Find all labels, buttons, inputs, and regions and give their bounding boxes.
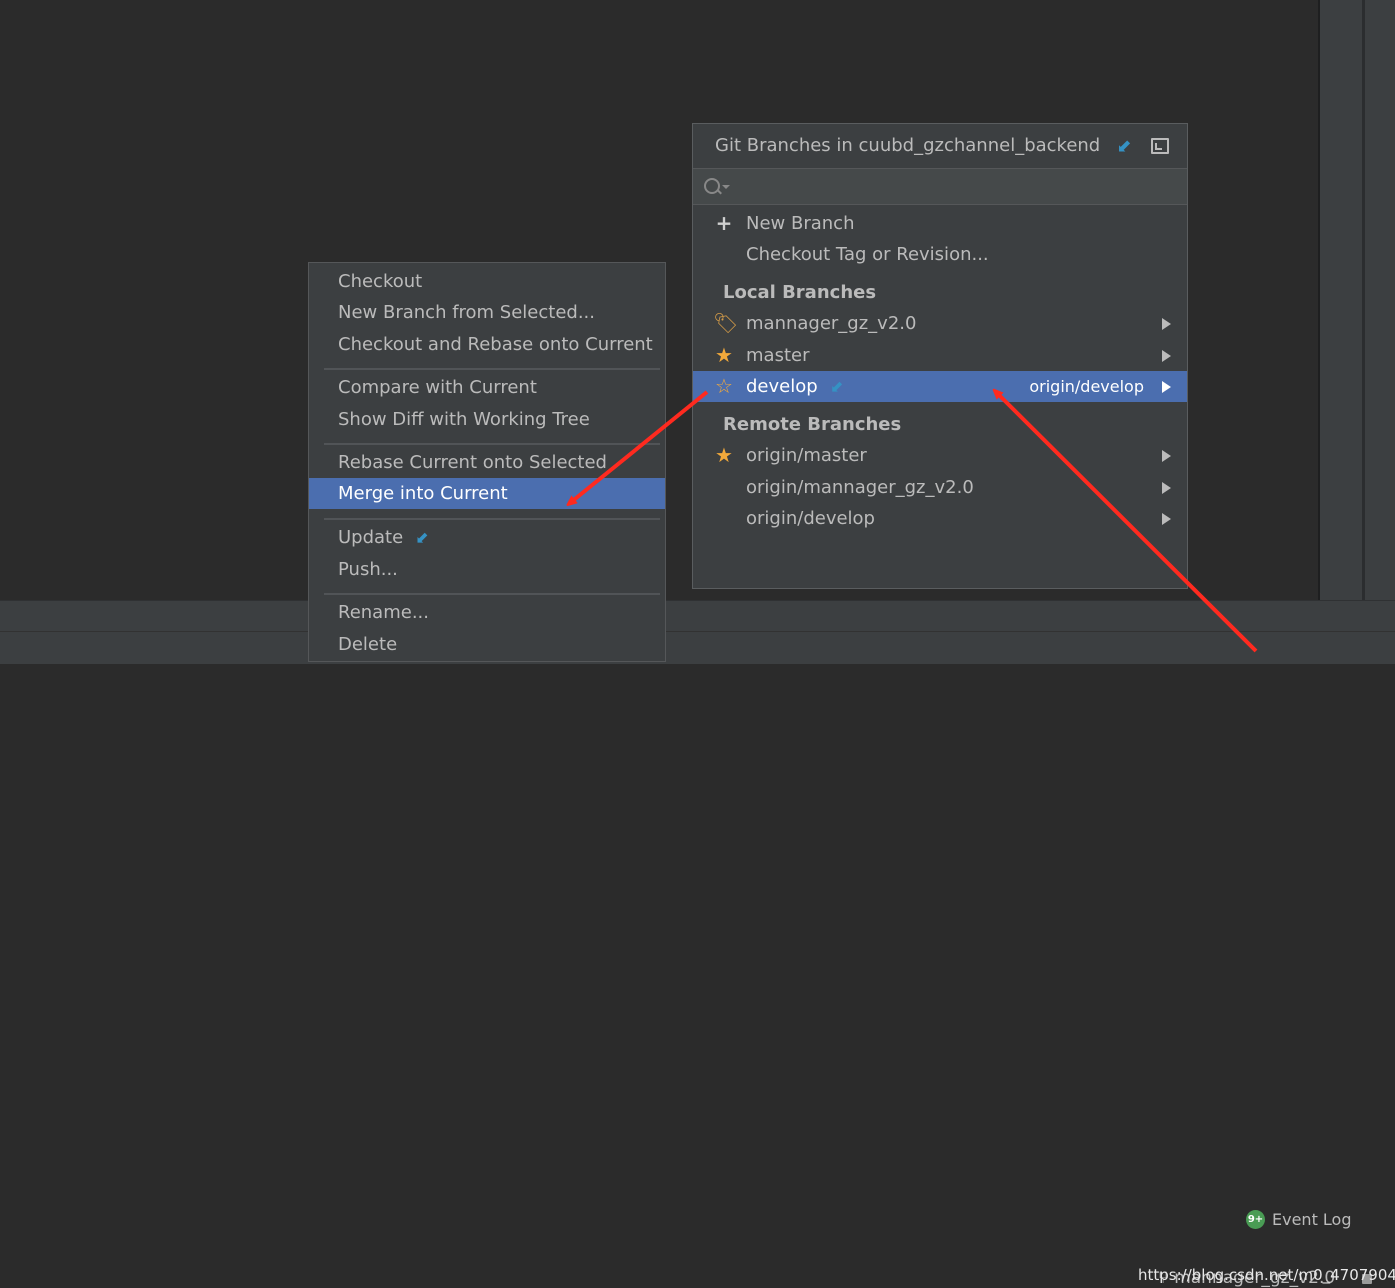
status-bar: ⑂ mannager_gz_v2.0 https://blog.csdn.net… [0, 631, 1395, 1288]
menu-item-new-branch-from-selected[interactable]: New Branch from Selected... [309, 297, 665, 328]
search-options-caret-icon[interactable] [722, 185, 730, 189]
new-branch-action[interactable]: + New Branch [693, 208, 1187, 239]
menu-separator [324, 443, 660, 445]
star-outline-icon[interactable]: ☆ [713, 371, 735, 402]
menu-item-compare-with-current[interactable]: Compare with Current [309, 372, 665, 403]
submenu-arrow-icon [1162, 318, 1171, 330]
menu-item-checkout-and-rebase[interactable]: Checkout and Rebase onto Current [309, 329, 665, 360]
restore-size-icon[interactable] [1151, 138, 1169, 154]
tool-window-bar: 9+ Event Log [0, 600, 1395, 1229]
search-icon[interactable] [704, 178, 720, 194]
remote-branches-header: Remote Branches [723, 414, 902, 435]
right-tool-strip-outer [1365, 0, 1395, 600]
branch-row-develop[interactable]: ☆ develop ⬋ origin/develop [693, 371, 1187, 402]
incoming-arrow-icon: ⬋ [415, 528, 429, 547]
menu-item-rebase-current[interactable]: Rebase Current onto Selected [309, 447, 665, 478]
star-filled-icon: ★ [715, 343, 733, 367]
incoming-arrow-icon: ⬋ [830, 377, 844, 396]
right-tool-strip [1320, 0, 1362, 600]
popup-title: Git Branches in cuubd_gzchannel_backend [715, 135, 1101, 156]
branch-row-origin-develop[interactable]: origin/develop [693, 503, 1187, 534]
checkout-tag-action[interactable]: Checkout Tag or Revision... [693, 239, 1187, 270]
submenu-arrow-icon [1162, 513, 1171, 525]
branch-label: origin/develop [746, 508, 875, 529]
menu-item-show-diff[interactable]: Show Diff with Working Tree [309, 404, 665, 435]
menu-item-delete[interactable]: Delete [309, 629, 665, 660]
branch-row-mannager-gz-v2[interactable]: 🏷︎ mannager_gz_v2.0 [693, 308, 1187, 339]
menu-item-update[interactable]: Update ⬋ [309, 522, 665, 553]
branch-label: origin/master [746, 445, 867, 466]
menu-item-push[interactable]: Push... [309, 554, 665, 585]
submenu-arrow-icon [1162, 450, 1171, 462]
submenu-arrow-icon [1162, 350, 1171, 362]
local-branches-header: Local Branches [723, 282, 877, 303]
event-log-badge: 9+ [1246, 1209, 1265, 1229]
branch-label: mannager_gz_v2.0 [746, 313, 917, 334]
watermark: https://blog.csdn.net/m0_47079048 [1138, 1266, 1395, 1284]
event-log-button[interactable]: 9+ Event Log [1246, 1208, 1352, 1230]
submenu-arrow-icon [1162, 381, 1171, 393]
new-branch-label: New Branch [746, 213, 855, 234]
event-log-label: Event Log [1272, 1209, 1352, 1229]
star-filled-icon: ★ [715, 443, 733, 467]
menu-item-merge-into-current[interactable]: Merge into Current [309, 478, 665, 509]
menu-item-update-label: Update [338, 527, 404, 548]
menu-separator [324, 593, 660, 595]
plus-icon: + [715, 211, 733, 235]
tracking-branch-label: origin/develop [1029, 377, 1144, 396]
branch-search-field[interactable] [693, 168, 1187, 205]
menu-separator [324, 518, 660, 520]
branch-label: develop [746, 376, 818, 397]
branch-context-menu: Checkout New Branch from Selected... Che… [308, 262, 666, 662]
menu-separator [324, 368, 660, 370]
checkout-tag-label: Checkout Tag or Revision... [746, 244, 989, 265]
tag-icon: 🏷︎ [713, 311, 739, 335]
branch-row-origin-mannager-gz-v2[interactable]: origin/mannager_gz_v2.0 [693, 472, 1187, 503]
menu-item-rename[interactable]: Rename... [309, 597, 665, 628]
menu-item-checkout[interactable]: Checkout [309, 266, 665, 297]
branch-row-origin-master[interactable]: ★ origin/master [693, 440, 1187, 471]
branch-label: origin/mannager_gz_v2.0 [746, 477, 974, 498]
fetch-icon[interactable]: ⬋ [1113, 136, 1135, 158]
submenu-arrow-icon [1162, 482, 1171, 494]
branch-label: master [746, 345, 810, 366]
branch-row-master[interactable]: ★ master [693, 340, 1187, 371]
git-branches-popup: Git Branches in cuubd_gzchannel_backend … [692, 123, 1188, 589]
